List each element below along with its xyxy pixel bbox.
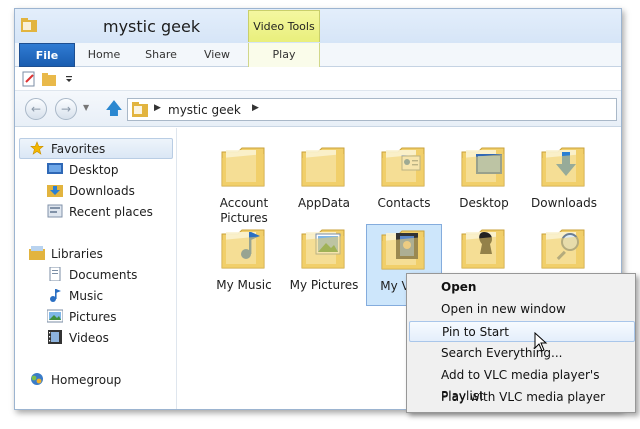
navigation-pane: Favorites Desktop Downloads Recent place… — [15, 128, 177, 409]
folder-location-icon — [132, 102, 148, 117]
folder-icon — [461, 229, 505, 269]
folder-icon — [221, 229, 265, 269]
nav-homegroup[interactable]: Homegroup — [31, 370, 122, 390]
documents-icon — [49, 267, 61, 281]
video-tools-context-header: Video Tools — [248, 10, 320, 42]
folder-item[interactable]: Desktop — [446, 142, 522, 224]
folder-label: Downloads — [531, 196, 597, 210]
folder-label: Fa — [606, 196, 621, 211]
nav-videos[interactable]: Videos — [47, 328, 109, 348]
folder-item[interactable]: My Music — [206, 224, 282, 306]
folder-item[interactable]: My Pictures — [286, 224, 362, 306]
menu-item-open[interactable]: Open — [409, 277, 635, 298]
nav-music-label: Music — [69, 289, 104, 303]
folder-icon — [616, 142, 622, 194]
mouse-pointer-icon — [534, 332, 548, 352]
forward-arrow-icon: → — [60, 102, 72, 116]
nav-favorites-label: Favorites — [51, 142, 106, 156]
breadcrumb-child-arrow-icon[interactable]: ▶ — [252, 103, 259, 113]
folder-app-icon[interactable] — [21, 18, 37, 32]
downloads-icon — [47, 185, 63, 197]
nav-libraries-label: Libraries — [51, 247, 103, 261]
up-button[interactable]: 🡅 — [105, 98, 123, 120]
folder-icon — [461, 147, 505, 187]
tab-play[interactable]: Play — [248, 43, 320, 67]
folder-label: Desktop — [459, 196, 509, 210]
back-arrow-icon: ← — [30, 102, 42, 116]
recent-locations-chevron-icon[interactable]: ▼ — [83, 103, 89, 112]
nav-downloads[interactable]: Downloads — [47, 181, 135, 201]
menu-item-pin-to-start[interactable]: Pin to Start — [409, 321, 635, 342]
menu-item-open-new-window[interactable]: Open in new window — [409, 299, 635, 320]
nav-pictures[interactable]: Pictures — [47, 307, 117, 327]
music-icon — [50, 289, 61, 302]
folder-item[interactable]: Account Pictures — [206, 142, 282, 225]
breadcrumb-separator-icon[interactable]: ▶ — [154, 103, 161, 113]
nav-desktop-label: Desktop — [69, 163, 119, 177]
folder-icon — [381, 147, 425, 187]
folder-item[interactable]: Downloads — [526, 142, 602, 224]
forward-button[interactable]: → — [55, 98, 77, 120]
star-icon — [30, 141, 44, 155]
desktop-icon — [47, 163, 63, 174]
window-title: mystic geek — [103, 17, 201, 36]
up-arrow-icon: 🡅 — [105, 99, 123, 119]
folder-icon — [221, 147, 265, 187]
folder-icon — [381, 230, 425, 270]
customize-toolbar-chevron-icon[interactable] — [61, 71, 77, 87]
tab-view[interactable]: View — [195, 43, 239, 67]
pictures-icon — [47, 309, 63, 323]
nav-recent-places[interactable]: Recent places — [47, 202, 153, 222]
back-button[interactable]: ← — [25, 98, 47, 120]
nav-downloads-label: Downloads — [69, 184, 135, 198]
folder-label: AppData — [297, 196, 351, 210]
nav-homegroup-label: Homegroup — [51, 373, 122, 387]
menu-item-add-to-vlc-playlist[interactable]: Add to VLC media player's Playlist — [409, 365, 635, 403]
menu-item-play-with-vlc[interactable]: Play with VLC media player — [409, 387, 635, 408]
folder-label: Contacts — [377, 196, 431, 210]
tab-home[interactable]: Home — [81, 43, 127, 67]
folder-item[interactable]: Fa — [606, 142, 622, 224]
videos-icon — [48, 330, 62, 344]
folder-label: My Pictures — [289, 278, 359, 292]
navigation-bar: ← → ▼ 🡅 ▶ mystic geek ▶ — [15, 91, 621, 127]
folder-icon — [301, 147, 345, 187]
tab-share[interactable]: Share — [137, 43, 185, 67]
new-folder-icon[interactable] — [41, 71, 57, 87]
folder-label: My Music — [216, 278, 272, 292]
nav-pictures-label: Pictures — [69, 310, 117, 324]
libraries-icon — [29, 246, 45, 260]
nav-desktop[interactable]: Desktop — [47, 160, 119, 180]
nav-documents[interactable]: Documents — [47, 265, 137, 285]
folder-label: Account Pictures — [219, 196, 269, 225]
folder-icon — [541, 147, 585, 187]
address-bar[interactable]: ▶ mystic geek ▶ — [127, 98, 617, 121]
properties-icon[interactable] — [21, 71, 37, 87]
breadcrumb-current[interactable]: mystic geek — [168, 103, 241, 117]
tab-file[interactable]: File — [19, 43, 75, 67]
folder-icon — [541, 229, 585, 269]
folder-item[interactable]: AppData — [286, 142, 362, 224]
nav-documents-label: Documents — [69, 268, 138, 282]
homegroup-icon — [31, 373, 43, 385]
nav-libraries[interactable]: Libraries — [29, 244, 103, 264]
ribbon-tab-strip: File Home Share View Play — [15, 43, 621, 67]
nav-music[interactable]: Music — [47, 286, 103, 306]
folder-item[interactable]: Contacts — [366, 142, 442, 224]
quick-access-toolbar — [15, 67, 621, 91]
nav-favorites[interactable]: Favorites — [30, 139, 106, 159]
recent-places-icon — [47, 204, 63, 218]
menu-item-search-everything[interactable]: Search Everything... — [409, 343, 635, 364]
folder-icon — [301, 229, 345, 269]
context-menu: Open Open in new window Pin to Start Sea… — [406, 273, 636, 413]
nav-recent-places-label: Recent places — [69, 205, 153, 219]
title-bar: mystic geek Video Tools — [15, 9, 621, 43]
nav-videos-label: Videos — [69, 331, 109, 345]
